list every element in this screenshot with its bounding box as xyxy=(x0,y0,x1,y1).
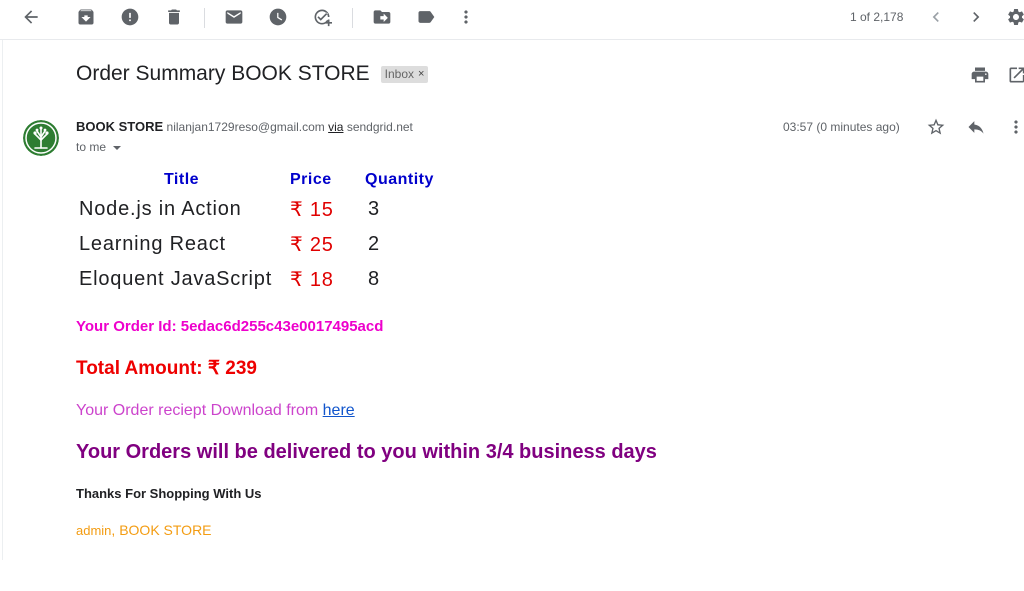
chevron-left-icon[interactable] xyxy=(924,5,948,29)
report-spam-icon[interactable] xyxy=(118,5,142,29)
order-table: Title Price Quantity Node.js in Action ₹… xyxy=(76,168,434,297)
via-link[interactable]: via xyxy=(328,120,343,134)
book-price: ₹ 25 xyxy=(290,234,334,256)
sender-name[interactable]: BOOK STORE xyxy=(76,119,163,134)
book-price: ₹ 15 xyxy=(290,199,334,221)
more-vert-icon[interactable] xyxy=(1005,116,1024,138)
subject-row: Order Summary BOOK STORE Inbox × xyxy=(76,62,429,86)
table-row: Node.js in Action ₹ 15 3 xyxy=(76,192,434,227)
total-amount: Total Amount: ₹ 239 xyxy=(76,358,257,379)
book-quantity: 8 xyxy=(368,268,380,290)
book-title: Learning React xyxy=(79,233,226,255)
email-timestamp: 03:57 (0 minutes ago) xyxy=(783,120,900,134)
book-title: Node.js in Action xyxy=(79,198,242,220)
signature-store: BOOK STORE xyxy=(119,522,212,538)
table-row: Eloquent JavaScript ₹ 18 8 xyxy=(76,262,434,297)
move-to-icon[interactable] xyxy=(370,5,394,29)
sender-email: nilanjan1729reso@gmail.com xyxy=(166,120,325,134)
chevron-right-icon[interactable] xyxy=(964,5,988,29)
pane-border xyxy=(2,40,3,560)
order-id: Your Order Id: 5edac6d255c43e0017495acd xyxy=(76,318,384,335)
add-task-icon[interactable] xyxy=(310,5,334,29)
pager-count: 1 of 2,178 xyxy=(850,10,904,24)
receipt-text: Your Order reciept Download from xyxy=(76,402,323,419)
label-icon[interactable] xyxy=(414,5,438,29)
archive-icon[interactable] xyxy=(74,5,98,29)
email-subject: Order Summary BOOK STORE xyxy=(76,62,370,85)
table-row: Learning React ₹ 25 2 xyxy=(76,227,434,262)
label-chip-text: Inbox xyxy=(384,66,415,81)
via-domain: sendgrid.net xyxy=(346,120,413,134)
delivery-notice: Your Orders will be delivered to you wit… xyxy=(76,441,657,463)
header-title: Title xyxy=(163,171,200,188)
receipt-download-link[interactable]: here xyxy=(323,402,355,419)
table-header-row: Title Price Quantity xyxy=(76,168,434,192)
reply-icon[interactable] xyxy=(965,116,987,138)
star-icon[interactable] xyxy=(925,116,947,138)
arrow-back-icon[interactable] xyxy=(19,5,43,29)
open-new-window-icon[interactable] xyxy=(1006,64,1024,86)
avatar[interactable] xyxy=(23,120,59,156)
sender-line: BOOK STORE nilanjan1729reso@gmail.com vi… xyxy=(76,119,413,134)
recipients[interactable]: to me xyxy=(76,140,122,154)
delete-icon[interactable] xyxy=(162,5,186,29)
remove-label-icon[interactable]: × xyxy=(418,68,424,80)
snooze-icon[interactable] xyxy=(266,5,290,29)
toolbar-divider xyxy=(352,8,353,28)
book-price: ₹ 18 xyxy=(290,269,334,291)
book-quantity: 2 xyxy=(368,233,380,255)
book-quantity: 3 xyxy=(368,198,380,220)
toolbar-divider xyxy=(204,8,205,28)
inbox-label-chip[interactable]: Inbox × xyxy=(380,65,429,83)
signature-admin: admin xyxy=(76,523,112,538)
signature: admin, BOOK STORE xyxy=(76,522,212,538)
print-icon[interactable] xyxy=(969,64,991,86)
more-vert-icon[interactable] xyxy=(454,5,478,29)
book-title: Eloquent JavaScript xyxy=(79,268,273,290)
thanks-message: Thanks For Shopping With Us xyxy=(76,486,262,501)
mark-unread-icon[interactable] xyxy=(222,5,246,29)
header-quantity: Quantity xyxy=(365,171,434,188)
header-price: Price xyxy=(290,171,332,188)
chevron-down-icon[interactable] xyxy=(113,145,122,150)
to-me-text: to me xyxy=(76,140,107,154)
receipt-line: Your Order reciept Download from here xyxy=(76,402,355,420)
toolbar: 1 of 2,178 xyxy=(0,0,1024,40)
gear-icon[interactable] xyxy=(1004,5,1024,29)
